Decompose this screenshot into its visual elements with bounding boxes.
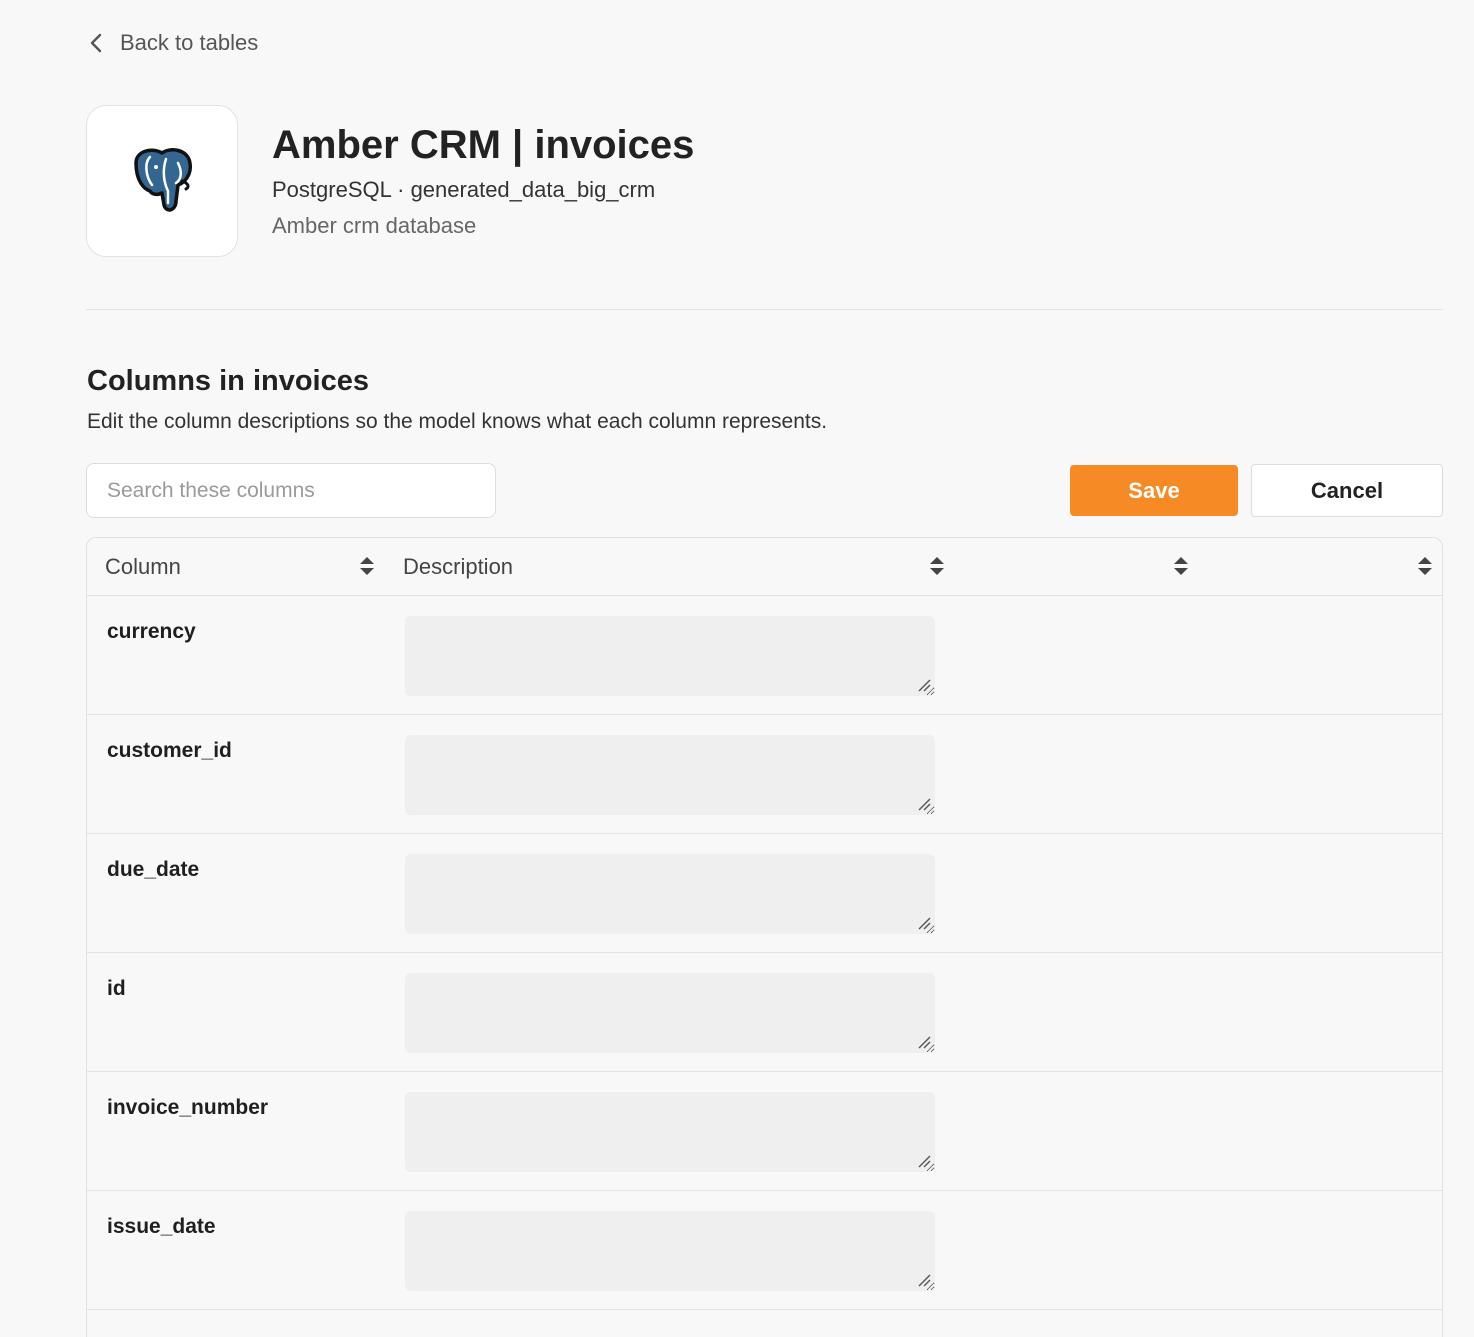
table-row: invoice_number — [87, 1072, 1442, 1191]
table-header-row: Column Description — [87, 538, 1442, 596]
back-link-label: Back to tables — [120, 30, 259, 55]
section-description: Edit the column descriptions so the mode… — [87, 410, 828, 433]
column-header: Column — [105, 553, 181, 579]
cancel-button[interactable]: Cancel — [1251, 464, 1443, 517]
table-row: due_date — [87, 834, 1442, 953]
description-header: Description — [403, 553, 514, 579]
column-description-input[interactable] — [405, 1092, 935, 1172]
chevron-left-icon — [90, 33, 102, 53]
column-description-input[interactable] — [405, 1211, 935, 1291]
table-row: issue_date — [87, 1191, 1442, 1310]
column-name: id — [107, 977, 126, 1000]
sort-header-4-icon[interactable] — [1417, 555, 1433, 577]
table-row: customer_id — [87, 715, 1442, 834]
column-description-input[interactable] — [405, 735, 935, 815]
database-description: Amber crm database — [272, 213, 477, 238]
page-title: Amber CRM | invoices — [272, 123, 695, 167]
column-name: currency — [107, 620, 196, 643]
column-name: due_date — [107, 858, 200, 881]
search-columns-input[interactable] — [86, 463, 496, 518]
postgresql-elephant-icon — [134, 148, 193, 212]
save-button[interactable]: Save — [1070, 465, 1238, 516]
column-name: invoice_number — [107, 1096, 269, 1119]
header-divider — [86, 309, 1443, 310]
back-to-tables-link[interactable]: Back to tables — [86, 26, 258, 60]
columns-table: Column Description currency customer_id … — [86, 537, 1443, 1337]
table-row: id — [87, 953, 1442, 1072]
database-logo — [86, 105, 238, 257]
sort-column-icon[interactable] — [359, 555, 375, 577]
column-description-input[interactable] — [405, 973, 935, 1053]
table-header: Amber CRM | invoices PostgreSQL · genera… — [86, 105, 694, 257]
header-text: Amber CRM | invoices PostgreSQL · genera… — [272, 121, 694, 241]
column-description-input[interactable] — [405, 616, 935, 696]
sort-header-3-icon[interactable] — [1173, 555, 1189, 577]
sort-description-icon[interactable] — [929, 555, 945, 577]
column-name: issue_date — [107, 1215, 216, 1238]
table-row: currency — [87, 596, 1442, 715]
column-name: customer_id — [107, 739, 232, 762]
column-description-input[interactable] — [405, 854, 935, 934]
database-subtitle: PostgreSQL · generated_data_big_crm — [272, 177, 656, 202]
section-title: Columns in invoices — [87, 365, 369, 397]
